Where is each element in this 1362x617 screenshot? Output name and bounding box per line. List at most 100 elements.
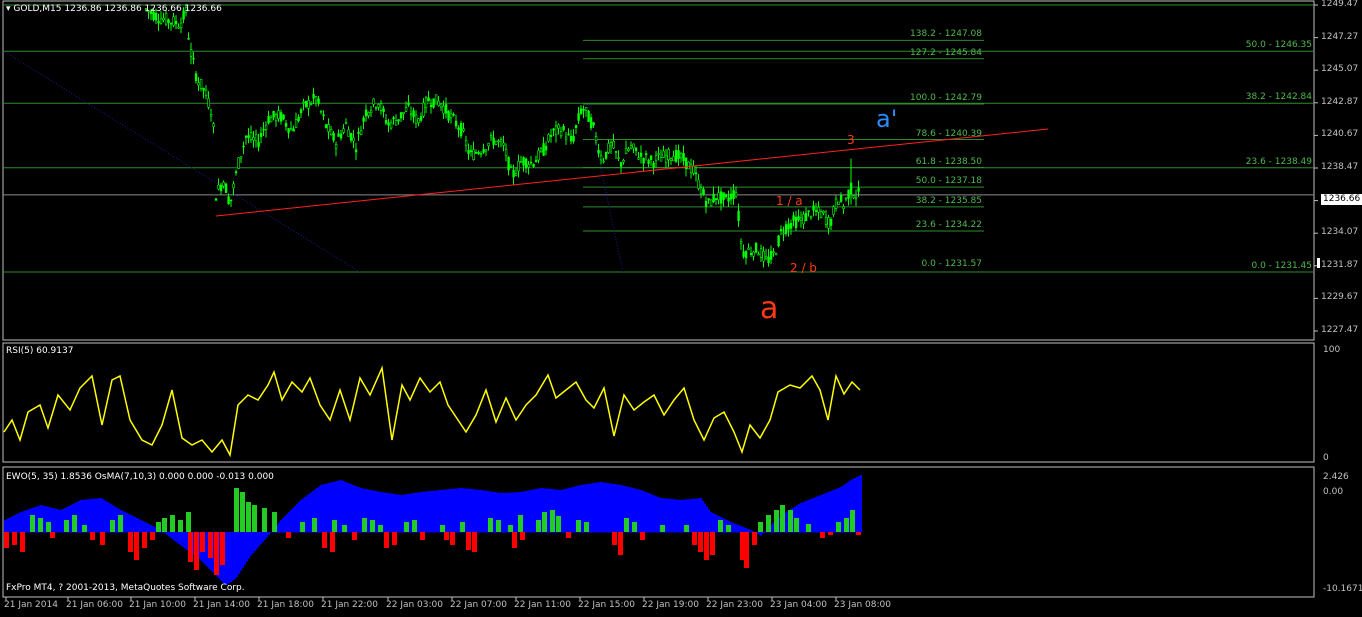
ewo-histogram-bar	[284, 516, 286, 533]
candle-body	[529, 161, 533, 164]
candle-body	[187, 37, 190, 40]
candle-body	[239, 156, 243, 159]
ewo-histogram-bar	[130, 515, 132, 533]
chart-canvas[interactable]	[0, 0, 1362, 614]
ewo-histogram-bar	[410, 493, 412, 533]
ewo-histogram-bar	[294, 506, 296, 533]
ewo-histogram-bar	[8, 518, 10, 533]
ewo-histogram-bar	[246, 532, 248, 562]
candle-body	[559, 131, 563, 137]
candle-body	[747, 247, 750, 250]
osma-positive-bar	[342, 525, 347, 532]
ewo-histogram-bar	[482, 490, 484, 533]
candle-body	[504, 148, 508, 156]
candle-body	[487, 143, 490, 147]
candle-body	[507, 156, 510, 171]
ewo-histogram-bar	[738, 525, 740, 533]
candle-body	[604, 151, 608, 159]
candle-body	[344, 122, 348, 124]
candle-body	[382, 108, 385, 112]
price-tick-label: 1231.87	[1321, 259, 1359, 270]
candle-body	[264, 124, 268, 130]
ewo-histogram-bar	[258, 532, 260, 547]
ewo-histogram-bar	[178, 532, 180, 544]
price-tick-label: 1242.87	[1321, 96, 1359, 107]
candle-body	[522, 157, 525, 166]
osma-positive-bar	[718, 520, 723, 532]
candle-body	[354, 149, 358, 153]
candle-body	[657, 153, 660, 155]
osma-positive-bar	[766, 515, 771, 532]
candle-body	[449, 113, 453, 118]
candle-body	[327, 124, 330, 133]
ewo-histogram-bar	[648, 493, 650, 533]
candle-body	[247, 135, 250, 138]
osma-positive-bar	[234, 488, 239, 532]
ewo-histogram-bar	[514, 492, 516, 533]
ewo-histogram-bar	[714, 514, 716, 533]
time-tick-label: 22 Jan 03:00	[386, 600, 443, 610]
candle-body	[482, 149, 485, 153]
ewo-histogram-bar	[234, 532, 236, 580]
osma-positive-bar	[412, 520, 417, 532]
ewo-histogram-bar	[614, 484, 616, 533]
ewo-histogram-bar	[826, 492, 828, 533]
candle-body	[194, 73, 198, 82]
ewo-histogram-bar	[480, 490, 482, 533]
candle-body	[852, 195, 855, 198]
time-tick-label: 22 Jan 11:00	[514, 600, 571, 610]
ewo-histogram-bar	[170, 532, 172, 538]
ewo-histogram-bar	[476, 489, 478, 533]
ewo-histogram-bar	[630, 487, 632, 533]
wave-label-a: a	[760, 291, 779, 326]
candle-body	[532, 164, 535, 167]
candle-body	[727, 197, 730, 202]
ewo-histogram-bar	[308, 494, 310, 533]
candle-body	[682, 152, 685, 162]
candle-body	[497, 140, 500, 142]
candle-body	[167, 19, 170, 23]
candle-body	[384, 120, 388, 124]
ewo-histogram-bar	[402, 494, 404, 533]
candle-body	[697, 179, 700, 189]
ewo-histogram-bar	[612, 483, 614, 533]
ewo-histogram-bar	[856, 477, 858, 533]
fib-level-label: 23.6 - 1238.49	[1245, 156, 1312, 167]
ewo-histogram-bar	[138, 519, 140, 533]
osma-negative-bar	[450, 532, 455, 545]
ewo-histogram-bar	[388, 493, 390, 533]
ewo-histogram-bar	[564, 489, 566, 533]
mt4-chart-window[interactable]: ▾ GOLD,M15 1236.86 1236.86 1236.66 1236.…	[0, 0, 1362, 614]
ewo-histogram-bar	[18, 513, 20, 533]
dotted-trend-line	[4, 51, 361, 273]
osma-positive-bar	[780, 505, 785, 532]
candle-body	[782, 232, 785, 235]
osma-positive-bar	[300, 522, 305, 532]
candle-body	[832, 206, 835, 215]
candle-body	[197, 82, 200, 86]
ewo-histogram-bar	[70, 505, 72, 533]
candle-body	[359, 130, 363, 135]
fib-level-label: 100.0 - 1242.79	[910, 92, 982, 103]
ewo-histogram-bar	[446, 489, 448, 533]
osma-positive-bar	[726, 525, 731, 532]
time-tick-label: 21 Jan 06:00	[66, 600, 123, 610]
ewo-histogram-bar	[348, 483, 350, 533]
candle-body	[519, 161, 523, 163]
candle-body	[399, 112, 403, 119]
time-tick-label: 23 Jan 08:00	[834, 600, 891, 610]
ewo-histogram-bar	[116, 507, 118, 533]
candle-body	[402, 111, 405, 115]
candle-body	[392, 117, 395, 120]
ewo-histogram-bar	[654, 495, 656, 533]
fib-level-label: 78.6 - 1240.39	[915, 128, 982, 139]
candle-body	[337, 133, 340, 137]
ewo-histogram-bar	[250, 532, 252, 556]
osma-positive-bar	[246, 502, 251, 532]
ewo-histogram-bar	[338, 480, 340, 533]
candle-body	[732, 190, 735, 200]
osma-positive-bar	[38, 518, 43, 532]
ewo-histogram-bar	[400, 495, 402, 533]
candle-body	[717, 192, 720, 201]
ewo-histogram-bar	[742, 526, 744, 533]
